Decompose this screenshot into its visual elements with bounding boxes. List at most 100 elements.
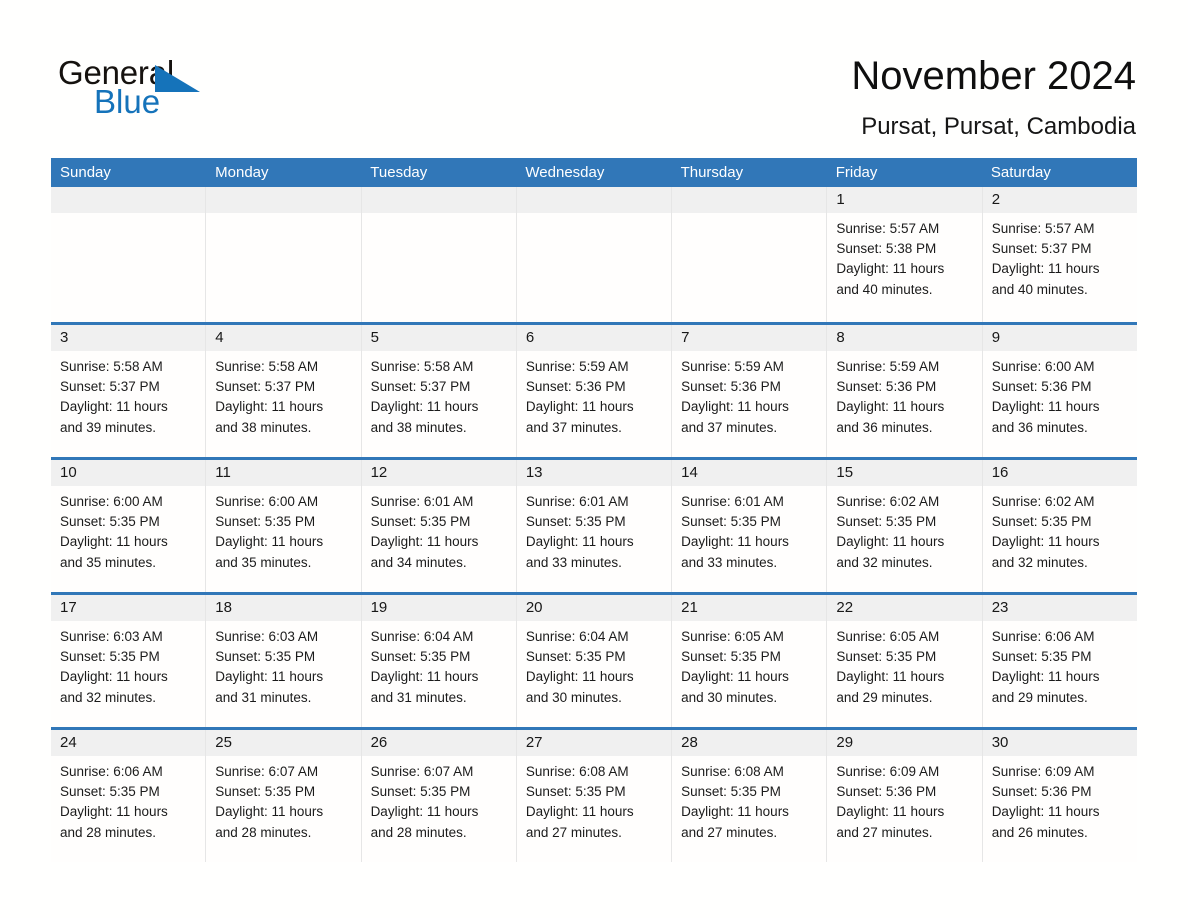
calendar-day-cell[interactable]: 21 Sunrise: 6:05 AM Sunset: 5:35 PM Dayligh…	[672, 595, 828, 727]
day-number: 17	[60, 599, 77, 616]
logo-text-blue: Blue	[94, 83, 161, 120]
day-detail-line: and 33 minutes.	[681, 554, 778, 570]
calendar-day-cell[interactable]: 8 Sunrise: 5:59 AM Sunset: 5:36 PM Daylight…	[827, 325, 983, 457]
calendar-day-cell[interactable]: 27 Sunrise: 6:08 AM Sunset: 5:35 PM Dayligh…	[516, 730, 673, 862]
day-detail-line: Sunrise: 6:01 AM	[681, 494, 784, 509]
calendar-day-cell[interactable]: 30 Sunrise: 6:09 AM Sunset: 5:36 PM Dayligh…	[982, 730, 1137, 862]
day-detail-line: Sunrise: 6:01 AM	[370, 494, 474, 509]
day-detail-line: Sunrise: 6:03 AM	[60, 629, 163, 644]
day-detail-line: Sunset: 5:35 PM	[60, 514, 160, 530]
day-detail-lines: Sunrise: 6:07 AM Sunset: 5:35 PM Daylight:…	[206, 756, 360, 843]
day-detail-line: and 30 minutes.	[525, 689, 622, 705]
day-detail-line: and 30 minutes.	[681, 689, 778, 705]
day-detail-line: Sunset: 5:36 PM	[681, 379, 781, 395]
day-detail-line: and 38 minutes.	[370, 419, 467, 435]
day-detail-line: Sunset: 5:35 PM	[370, 784, 471, 800]
day-detail-line: Sunrise: 6:05 AM	[681, 629, 784, 644]
day-number: 14	[681, 464, 698, 481]
calendar-day-cell[interactable]: 15 Sunrise: 6:02 AM Sunset: 5:35 PM Dayligh…	[827, 460, 983, 592]
day-detail-line: Daylight: 11 hours	[215, 399, 324, 415]
day-number: 23	[991, 599, 1009, 616]
day-detail-line: Sunset: 5:35 PM	[370, 649, 471, 665]
day-number: 4	[215, 329, 224, 346]
day-detail-line: Sunrise: 5:59 AM	[525, 359, 629, 374]
day-detail-line: Sunrise: 6:05 AM	[836, 629, 940, 644]
day-number-band: 10	[51, 460, 206, 486]
calendar-day-cell[interactable]: 20 Sunrise: 6:04 AM Sunset: 5:35 PM Dayligh…	[516, 595, 673, 727]
day-detail-line: Sunrise: 6:06 AM	[60, 764, 163, 779]
day-number: 25	[215, 734, 232, 751]
calendar-day-cell[interactable]: 23 Sunrise: 6:06 AM Sunset: 5:35 PM Dayligh…	[982, 595, 1137, 727]
calendar-day-cell[interactable]: 3 Sunrise: 5:58 AM Sunset: 5:37 PM Daylight…	[51, 325, 207, 457]
day-detail-line: and 27 minutes.	[681, 824, 778, 840]
day-detail-line: Daylight: 11 hours	[836, 261, 945, 277]
day-detail-line: Sunset: 5:35 PM	[60, 649, 160, 665]
calendar-day-cell[interactable]: 4 Sunrise: 5:58 AM Sunset: 5:37 PM Daylight…	[206, 325, 362, 457]
calendar-day-cell[interactable]: 11 Sunrise: 6:00 AM Sunset: 5:35 PM Dayligh…	[206, 460, 362, 592]
calendar-day-cell[interactable]: 7 Sunrise: 5:59 AM Sunset: 5:36 PM Daylight…	[672, 325, 828, 457]
day-detail-lines: Sunrise: 6:01 AM Sunset: 5:35 PM Daylight:…	[362, 486, 516, 573]
day-detail-line: Sunrise: 6:01 AM	[525, 494, 629, 509]
calendar-day-cell[interactable]: 9 Sunrise: 6:00 AM Sunset: 5:36 PM Daylight…	[982, 325, 1137, 457]
day-number: 26	[370, 734, 388, 751]
calendar-day-cell[interactable]: 6 Sunrise: 5:59 AM Sunset: 5:36 PM Daylight…	[516, 325, 673, 457]
day-detail-line: Daylight: 11 hours	[991, 669, 1100, 685]
day-detail-lines: Sunrise: 5:58 AM Sunset: 5:37 PM Daylight:…	[206, 351, 360, 438]
day-number-band: 28	[672, 730, 827, 756]
day-detail-line: Sunrise: 6:02 AM	[991, 494, 1095, 509]
day-number: 11	[215, 464, 231, 481]
day-number-band	[206, 187, 361, 213]
day-number: 3	[60, 329, 69, 346]
day-detail-lines: Sunrise: 5:59 AM Sunset: 5:36 PM Daylight:…	[517, 351, 671, 438]
day-detail-lines: Sunrise: 6:08 AM Sunset: 5:35 PM Daylight:…	[672, 756, 826, 843]
day-number-band: 20	[516, 595, 672, 621]
day-detail-line: and 27 minutes.	[836, 824, 933, 840]
day-detail-lines: Sunrise: 6:03 AM Sunset: 5:35 PM Daylight:…	[51, 621, 205, 708]
calendar-day-cell[interactable]: 24 Sunrise: 6:06 AM Sunset: 5:35 PM Dayligh…	[51, 730, 207, 862]
day-detail-line: and 28 minutes.	[60, 824, 157, 840]
day-detail-line: Sunrise: 5:58 AM	[370, 359, 474, 374]
day-detail-lines: Sunrise: 5:57 AM Sunset: 5:37 PM Daylight:…	[983, 213, 1137, 300]
day-detail-lines: Sunrise: 6:02 AM Sunset: 5:35 PM Daylight:…	[827, 486, 981, 573]
calendar-day-cell-empty	[206, 187, 362, 322]
day-detail-line: and 37 minutes.	[681, 419, 778, 435]
calendar-page: General Blue November 2024 Pursat, Pursa…	[0, 0, 1188, 918]
calendar-week-row: 1 Sunrise: 5:57 AM Sunset: 5:38 PM Daylight…	[51, 187, 1137, 322]
day-detail-line: Sunrise: 5:57 AM	[836, 221, 940, 236]
calendar-day-cell[interactable]: 25 Sunrise: 6:07 AM Sunset: 5:35 PM Dayligh…	[206, 730, 362, 862]
calendar-day-cell[interactable]: 12 Sunrise: 6:01 AM Sunset: 5:35 PM Dayligh…	[361, 460, 517, 592]
calendar-day-cell[interactable]: 18 Sunrise: 6:03 AM Sunset: 5:35 PM Dayligh…	[206, 595, 362, 727]
calendar-day-cell-empty	[516, 187, 673, 322]
calendar-day-cell[interactable]: 14 Sunrise: 6:01 AM Sunset: 5:35 PM Dayligh…	[672, 460, 828, 592]
day-detail-line: Sunset: 5:35 PM	[681, 514, 781, 530]
calendar-day-cell[interactable]: 28 Sunrise: 6:08 AM Sunset: 5:35 PM Dayligh…	[672, 730, 828, 862]
calendar-day-cell[interactable]: 2 Sunrise: 5:57 AM Sunset: 5:37 PM Daylight…	[982, 187, 1137, 322]
calendar-week-row: 17 Sunrise: 6:03 AM Sunset: 5:35 PM Dayligh…	[51, 592, 1137, 727]
day-detail-lines: Sunrise: 6:09 AM Sunset: 5:36 PM Daylight:…	[983, 756, 1137, 843]
day-detail-lines: Sunrise: 6:06 AM Sunset: 5:35 PM Daylight:…	[983, 621, 1137, 708]
calendar-week-row: 3 Sunrise: 5:58 AM Sunset: 5:37 PM Daylight…	[51, 322, 1137, 457]
day-number: 20	[525, 599, 543, 616]
calendar-day-cell[interactable]: 16 Sunrise: 6:02 AM Sunset: 5:35 PM Dayligh…	[982, 460, 1137, 592]
calendar-day-cell[interactable]: 10 Sunrise: 6:00 AM Sunset: 5:35 PM Dayligh…	[51, 460, 207, 592]
day-detail-line: Daylight: 11 hours	[215, 534, 324, 550]
day-number: 1	[836, 191, 845, 208]
day-detail-line: Sunset: 5:36 PM	[525, 379, 626, 395]
calendar-day-cell[interactable]: 26 Sunrise: 6:07 AM Sunset: 5:35 PM Dayligh…	[361, 730, 517, 862]
calendar-day-cell[interactable]: 22 Sunrise: 6:05 AM Sunset: 5:35 PM Dayligh…	[827, 595, 983, 727]
day-detail-lines: Sunrise: 5:58 AM Sunset: 5:37 PM Daylight:…	[51, 351, 205, 438]
day-number: 24	[60, 734, 77, 751]
day-detail-line: and 32 minutes.	[991, 554, 1088, 570]
calendar-day-cell[interactable]: 5 Sunrise: 5:58 AM Sunset: 5:37 PM Daylight…	[361, 325, 517, 457]
day-detail-line: Sunset: 5:37 PM	[60, 379, 160, 395]
calendar-day-cell[interactable]: 1 Sunrise: 5:57 AM Sunset: 5:38 PM Daylight…	[827, 187, 983, 322]
calendar-day-cell[interactable]: 29 Sunrise: 6:09 AM Sunset: 5:36 PM Dayligh…	[827, 730, 983, 862]
day-number: 19	[370, 599, 388, 616]
day-number-band: 7	[672, 325, 827, 351]
day-detail-line: Sunrise: 6:08 AM	[525, 764, 629, 779]
calendar-day-cell[interactable]: 19 Sunrise: 6:04 AM Sunset: 5:35 PM Dayligh…	[361, 595, 517, 727]
day-detail-lines: Sunrise: 5:57 AM Sunset: 5:38 PM Daylight:…	[827, 213, 981, 300]
calendar-day-cell[interactable]: 13 Sunrise: 6:01 AM Sunset: 5:35 PM Dayligh…	[516, 460, 673, 592]
calendar-day-cell[interactable]: 17 Sunrise: 6:03 AM Sunset: 5:35 PM Dayligh…	[51, 595, 207, 727]
day-detail-line: Sunrise: 6:09 AM	[991, 764, 1095, 779]
